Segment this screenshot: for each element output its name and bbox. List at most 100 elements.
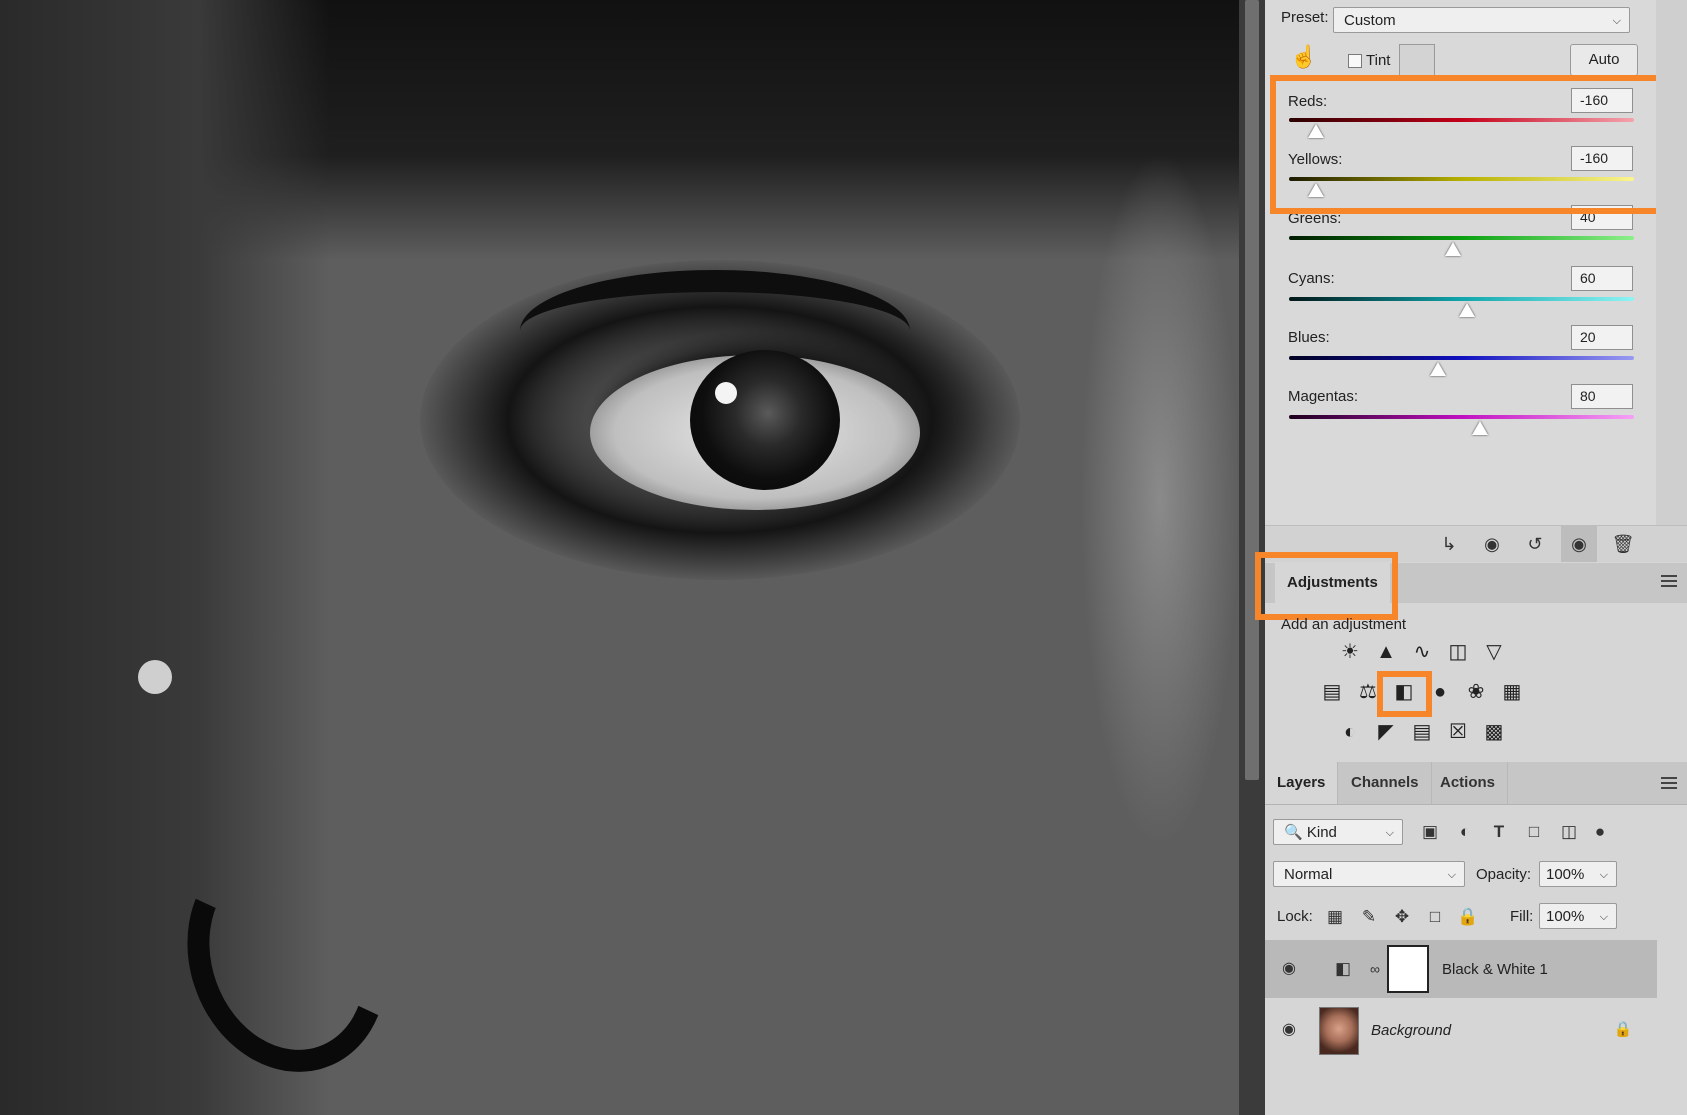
greens-track[interactable] <box>1289 236 1634 240</box>
chevron-down-icon: ⌵ <box>1599 869 1608 881</box>
cheek-highlight <box>1080 150 1239 850</box>
blend-mode-dropdown[interactable]: Normal ⌵ <box>1273 861 1465 887</box>
layers-tabbar: Layers Channels Actions <box>1265 762 1687 805</box>
adjustments-tab-highlight <box>1255 552 1398 620</box>
filter-adjustment-icon[interactable]: ◐ <box>1453 820 1477 844</box>
cyans-label: Cyans: <box>1288 270 1335 287</box>
eye-glint <box>715 382 737 404</box>
filter-kind-dropdown[interactable]: 🔍 Kind ⌵ <box>1273 819 1403 845</box>
toggle-visibility-icon[interactable]: ◉ <box>1561 526 1597 562</box>
layers-panel: Layers Channels Actions 🔍 Kind ⌵ ▣ ◐ T □… <box>1265 762 1687 1115</box>
curves-icon[interactable]: ∿ <box>1409 639 1435 665</box>
reset-icon[interactable]: ↺ <box>1523 532 1547 556</box>
brightness-contrast-icon[interactable]: ☀ <box>1337 639 1363 665</box>
lock-pixels-icon[interactable]: ✎ <box>1357 905 1381 929</box>
layer-mask-thumbnail[interactable] <box>1387 945 1429 993</box>
blues-slider-thumb[interactable] <box>1430 362 1446 376</box>
clip-to-layer-icon[interactable]: ↳ <box>1437 532 1461 556</box>
tab-layers[interactable]: Layers <box>1265 762 1339 804</box>
levels-icon[interactable]: ▲ <box>1373 639 1399 665</box>
fill-label: Fill: <box>1510 908 1534 925</box>
background-thumbnail <box>1319 1007 1359 1055</box>
visibility-eye-icon[interactable]: ◉ <box>1277 957 1301 981</box>
lock-all-icon[interactable]: 🔒 <box>1456 905 1480 929</box>
color-lookup-icon[interactable]: ▦ <box>1499 679 1525 705</box>
scroll-thumb[interactable] <box>1245 0 1259 780</box>
lock-label: Lock: <box>1277 908 1313 925</box>
targeted-adjustment-hand-icon[interactable]: ☝ <box>1290 44 1317 70</box>
search-icon: 🔍 <box>1284 824 1303 841</box>
filter-pixel-icon[interactable]: ▣ <box>1418 820 1442 844</box>
visibility-eye-icon[interactable]: ◉ <box>1277 1018 1301 1042</box>
black-white-layer-icon: ◧ <box>1334 959 1352 978</box>
magentas-value[interactable]: 80 <box>1571 384 1633 409</box>
selective-color-icon[interactable]: ☒ <box>1445 719 1471 745</box>
preset-label: Preset: <box>1281 9 1329 26</box>
opacity-value: 100% <box>1546 866 1585 883</box>
filter-shape-icon[interactable]: □ <box>1522 820 1546 844</box>
view-previous-state-icon[interactable]: ◉ <box>1480 532 1504 556</box>
filter-toggle-icon[interactable]: ● <box>1588 820 1612 844</box>
right-panel: Preset: Custom ⌵ ☝ Tint Auto Reds: -160 … <box>1255 0 1687 1115</box>
lock-position-icon[interactable]: ✥ <box>1390 905 1414 929</box>
chevron-down-icon: ⌵ <box>1385 827 1394 839</box>
cyans-value[interactable]: 60 <box>1571 266 1633 291</box>
chevron-down-icon: ⌵ <box>1612 15 1621 27</box>
tab-channels[interactable]: Channels <box>1339 762 1432 804</box>
lock-icon: 🔒 <box>1613 1021 1633 1038</box>
earring-highlight <box>138 660 172 694</box>
blues-track[interactable] <box>1289 356 1634 360</box>
lock-artboard-icon[interactable]: □ <box>1423 905 1447 929</box>
hue-saturation-icon[interactable]: ▤ <box>1319 679 1345 705</box>
vibrance-icon[interactable]: ▽ <box>1481 639 1507 665</box>
magentas-track[interactable] <box>1289 415 1634 419</box>
black-white-highlight <box>1377 671 1432 717</box>
invert-icon[interactable]: ◐ <box>1337 719 1363 745</box>
tab-actions[interactable]: Actions <box>1428 762 1509 804</box>
preset-dropdown[interactable]: Custom ⌵ <box>1333 7 1630 33</box>
fill-value: 100% <box>1546 908 1585 925</box>
layer-row-background[interactable]: ◉ Background 🔒 <box>1265 1001 1657 1059</box>
greens-slider-thumb[interactable] <box>1445 242 1461 256</box>
exposure-icon[interactable]: ◫ <box>1445 639 1471 665</box>
chevron-down-icon: ⌵ <box>1447 869 1456 881</box>
magentas-label: Magentas: <box>1288 388 1359 405</box>
filter-smart-object-icon[interactable]: ◫ <box>1557 820 1581 844</box>
opacity-field[interactable]: 100% ⌵ <box>1539 861 1617 887</box>
cyans-slider-thumb[interactable] <box>1459 303 1475 317</box>
adjustments-subtitle: Add an adjustment <box>1281 616 1407 633</box>
layers-menu-icon[interactable] <box>1661 777 1677 789</box>
preset-value: Custom <box>1344 12 1396 29</box>
chevron-down-icon: ⌵ <box>1599 911 1608 923</box>
properties-scrollbar[interactable] <box>1656 0 1687 525</box>
tint-color-swatch[interactable] <box>1399 44 1435 78</box>
blues-value[interactable]: 20 <box>1571 325 1633 350</box>
layer-name[interactable]: Background <box>1371 1022 1451 1039</box>
layer-row-black-white[interactable]: ◉ ◧ ∞ Black & White 1 <box>1265 940 1657 998</box>
blend-mode-value: Normal <box>1284 866 1333 883</box>
opacity-label: Opacity: <box>1476 866 1532 883</box>
blues-label: Blues: <box>1288 329 1330 346</box>
filter-type-icon[interactable]: T <box>1487 820 1511 844</box>
cyans-track[interactable] <box>1289 297 1634 301</box>
filter-kind-value: Kind <box>1306 824 1337 841</box>
link-icon[interactable]: ∞ <box>1363 957 1387 981</box>
delete-adjustment-icon[interactable]: 🗑 <box>1611 532 1635 556</box>
auto-button[interactable]: Auto <box>1570 44 1638 76</box>
reds-yellows-highlight <box>1270 75 1672 214</box>
layer-name[interactable]: Black & White 1 <box>1442 961 1548 978</box>
properties-panel: Preset: Custom ⌵ ☝ Tint Auto Reds: -160 … <box>1265 0 1672 525</box>
channel-mixer-icon[interactable]: ❀ <box>1463 679 1489 705</box>
image-canvas[interactable] <box>0 0 1239 1115</box>
eye-iris <box>690 350 840 490</box>
panel-menu-icon[interactable] <box>1661 575 1677 587</box>
tint-label: Tint <box>1366 52 1391 69</box>
gradient-map-icon[interactable]: ▩ <box>1481 719 1507 745</box>
tint-checkbox[interactable] <box>1348 54 1362 68</box>
lock-transparent-icon[interactable]: ▦ <box>1323 905 1347 929</box>
magentas-slider-thumb[interactable] <box>1472 421 1488 435</box>
fill-field[interactable]: 100% ⌵ <box>1539 903 1617 929</box>
threshold-icon[interactable]: ▤ <box>1409 719 1435 745</box>
adjustments-panel: Adjustments Add an adjustment ☀ ▲ ∿ ◫ ▽ … <box>1255 552 1687 760</box>
posterize-icon[interactable]: ◤ <box>1373 719 1399 745</box>
